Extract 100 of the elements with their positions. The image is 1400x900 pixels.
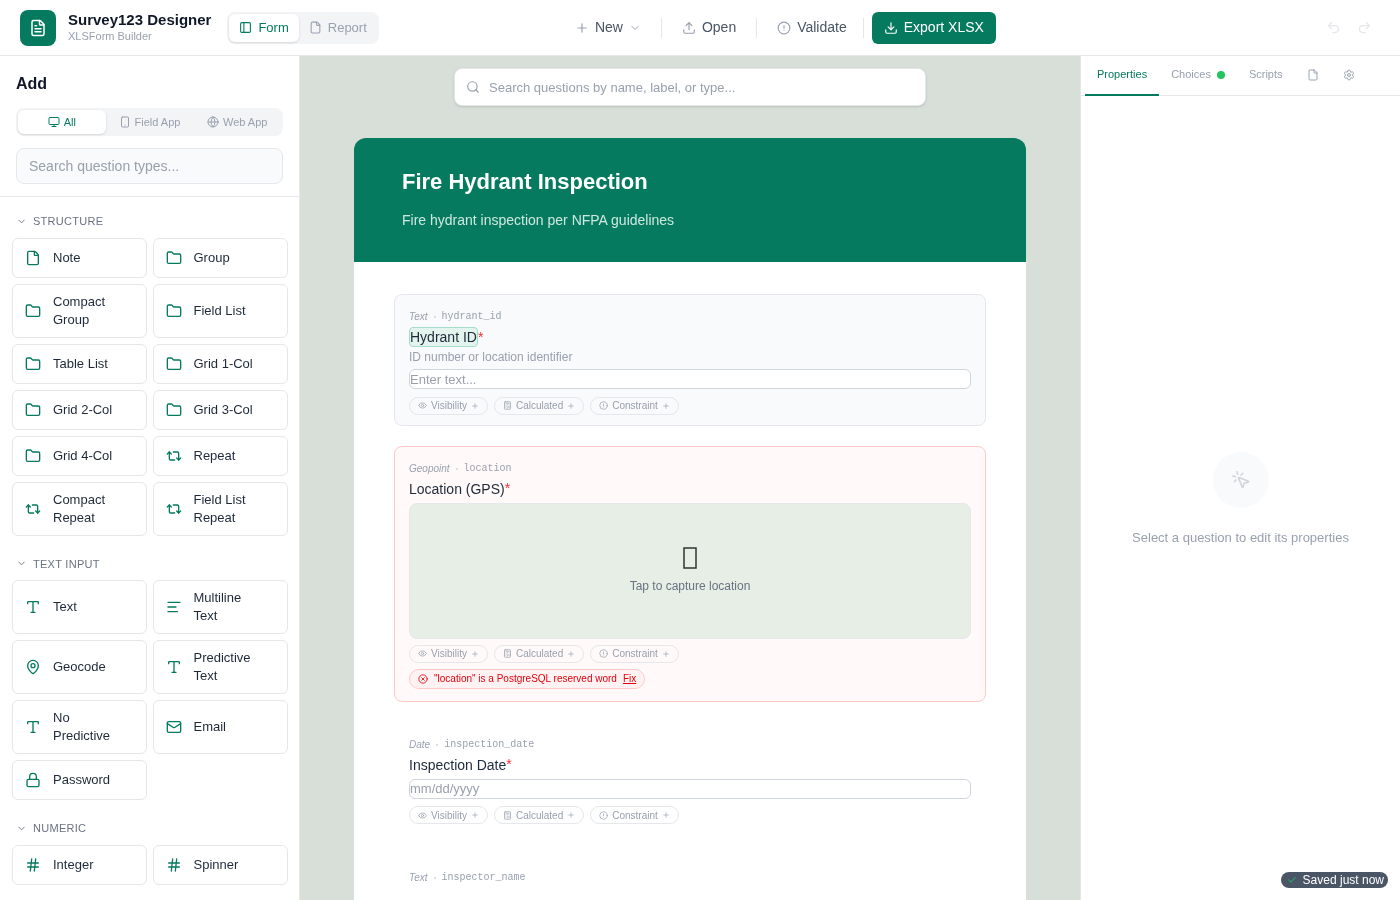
plus-icon: [567, 649, 576, 658]
question-type-item[interactable]: Multiline Text: [152, 580, 288, 634]
question-type-item[interactable]: Grid 2-Col: [12, 389, 147, 430]
plus-icon: [470, 811, 479, 819]
eye-icon: [418, 810, 427, 820]
question-type-item[interactable]: Grid 1-Col: [152, 343, 288, 384]
form-description: Fire hydrant inspection per NFPA guidelines: [402, 211, 676, 230]
error-message: "location" is a PostgreSQL reserved word: [434, 672, 617, 686]
search-icon: [466, 80, 480, 94]
question-name: location: [463, 461, 512, 476]
text-icon: [25, 599, 41, 615]
placeholder-glyph-icon: [683, 546, 697, 569]
question-name: hydrant_id: [441, 310, 502, 324]
folder-icon: [25, 401, 41, 418]
folder-icon: [165, 249, 182, 266]
upload-icon: [681, 20, 696, 35]
toolbar-button[interactable]: New: [562, 11, 653, 44]
calculator-icon: [502, 810, 512, 820]
section-header[interactable]: TEXT INPUT: [12, 555, 104, 572]
calculator-icon: [502, 649, 512, 658]
section-header[interactable]: NUMERIC: [12, 820, 91, 837]
app-title: Survey123 Designer: [68, 11, 212, 30]
question-type-item[interactable]: Predictive Text: [152, 640, 288, 694]
section-header[interactable]: STRUCTURE: [12, 213, 108, 230]
alert-icon: [777, 20, 792, 35]
question-type-item[interactable]: Compact Group: [12, 283, 147, 338]
question-type-item[interactable]: No Predictive: [12, 700, 147, 754]
sidebar-title: Add: [16, 74, 49, 94]
text-icon: [25, 719, 41, 735]
question-type-item[interactable]: Password: [12, 760, 147, 800]
question-type-item[interactable]: Integer: [12, 844, 147, 885]
required-mark: *: [504, 479, 511, 496]
file-icon: [25, 249, 41, 266]
question-type-item[interactable]: Note: [12, 237, 147, 278]
question-hint: ID number or location identifier: [409, 349, 574, 365]
hash-icon: [165, 856, 182, 873]
question-name: inspector_name: [441, 871, 526, 885]
question-type: Date: [409, 737, 431, 752]
question-card[interactable]: Text hydrant_id Hydrant ID* ID number or location identifier Enter text... Visibility Calculated Constraint: [394, 294, 986, 426]
question-label: Inspection Date: [409, 755, 507, 774]
question-type-item[interactable]: Field List Repeat: [152, 481, 288, 536]
view-tab[interactable]: Form: [229, 13, 299, 42]
plus-icon: [661, 811, 670, 819]
required-mark: *: [477, 327, 484, 347]
fix-link[interactable]: Fix: [622, 671, 637, 686]
folder-icon: [25, 355, 41, 372]
question-type-item[interactable]: Email: [152, 700, 288, 754]
hash-icon: [25, 856, 41, 873]
empty-state-message: Select a question to edit its properties: [1132, 529, 1349, 547]
lines-icon: [165, 599, 182, 615]
question-search-field[interactable]: Search questions by name, label, or type...: [454, 68, 926, 106]
map-pin-icon: [25, 659, 41, 675]
question-type-item[interactable]: Spinner: [152, 844, 288, 885]
file-icon: [308, 21, 322, 34]
question-type-item[interactable]: Grid 4-Col: [12, 435, 147, 476]
search-field[interactable]: Search question types...: [16, 148, 283, 184]
plus-icon: [470, 649, 479, 658]
platform-tab[interactable]: All: [18, 110, 106, 134]
question-label: Hydrant ID: [409, 327, 478, 347]
question-type-item[interactable]: Grid 3-Col: [152, 389, 288, 430]
error-icon: [418, 673, 428, 684]
mail-icon: [165, 719, 182, 735]
document-icon: [29, 18, 47, 37]
save-status-toast: Saved just now: [1280, 872, 1388, 888]
alert-icon: [599, 810, 609, 820]
folder-icon: [165, 302, 182, 319]
folder-icon: [165, 401, 182, 418]
panel-tab[interactable]: Properties: [1085, 55, 1160, 96]
plus-icon: [661, 649, 670, 658]
download-icon: [883, 20, 898, 35]
capture-location-area[interactable]: Tap to capture location: [409, 502, 971, 639]
phone-icon: [118, 116, 131, 128]
question-type-item[interactable]: Repeat: [152, 435, 288, 476]
plus-icon: [567, 811, 576, 819]
question-type-item[interactable]: Geocode: [12, 640, 147, 694]
alert-icon: [599, 649, 609, 658]
question-type-item[interactable]: Table List: [12, 343, 147, 384]
panel-icon: [239, 21, 253, 34]
plus-icon: [661, 401, 670, 410]
folder-icon: [25, 302, 41, 319]
question-card[interactable]: Geopoint location Location (GPS)* Tap to capture location Visibility Calculated Constraint "location" is a PostgreSQL reserved word Fix: [394, 445, 986, 702]
file-icon: [1306, 68, 1319, 81]
toolbar-button[interactable]: Validate: [765, 11, 859, 44]
globe-icon: [206, 116, 219, 128]
text-icon: [165, 659, 182, 675]
question-type-item[interactable]: Compact Repeat: [12, 481, 147, 536]
question-type-item[interactable]: Group: [152, 237, 288, 278]
plus-icon: [470, 401, 479, 410]
settings-icon: [1342, 68, 1355, 81]
export-button[interactable]: Export XLSX: [871, 11, 996, 44]
check-icon: [1286, 875, 1297, 885]
required-mark: *: [506, 755, 512, 774]
folder-icon: [165, 355, 182, 372]
question-type: Text: [409, 871, 428, 885]
answer-field[interactable]: mm/dd/yyyy: [409, 778, 971, 799]
question-type-item[interactable]: Field List: [152, 283, 288, 338]
answer-field[interactable]: Enter text...: [409, 369, 971, 389]
toolbar-button[interactable]: Open: [669, 11, 749, 44]
question-type-item[interactable]: Text: [12, 580, 147, 634]
plus-icon: [567, 401, 576, 410]
